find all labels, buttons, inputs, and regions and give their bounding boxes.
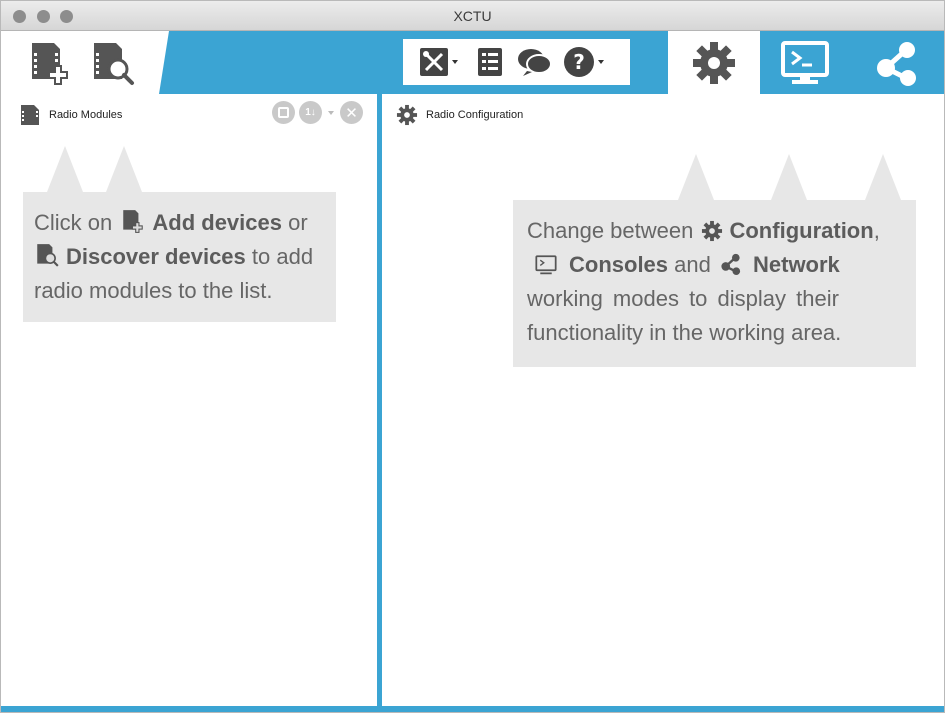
devices-help-callout: Click on Add devices or Discover devices… <box>23 192 336 322</box>
panel-title: Radio Configuration <box>426 109 524 121</box>
callout-line-2: Discover devices to add <box>34 240 325 274</box>
configuration-gear-icon <box>702 220 723 242</box>
radio-modules-actions: 1↓ ✕ <box>272 101 363 124</box>
gear-icon <box>396 104 418 126</box>
feedback-icon <box>518 49 552 76</box>
consoles-icon <box>781 40 829 84</box>
callout-pointer <box>47 146 83 192</box>
callout-line-4: functionality in the working area. <box>527 320 842 345</box>
tools-icon <box>420 48 448 76</box>
add-device-icon <box>123 210 144 233</box>
status-bar <box>1 706 944 712</box>
configuration-mode-tab[interactable] <box>668 31 760 94</box>
console-log-button[interactable] <box>477 44 503 80</box>
callout-line-3: radio modules to the list. <box>34 278 273 303</box>
radio-modules-panel: Radio Modules 1↓ ✕ Click on Add devices … <box>1 94 377 706</box>
chevron-down-icon <box>452 60 458 64</box>
add-device-icon <box>32 43 68 85</box>
discover-devices-button[interactable] <box>85 37 139 89</box>
callout-line-3: working modes to display their <box>527 286 839 311</box>
network-icon <box>721 253 741 276</box>
tools-menu-button[interactable] <box>419 44 458 80</box>
panel-title: Radio Modules <box>49 109 123 121</box>
radio-modules-header: Radio Modules <box>19 104 122 126</box>
radio-configuration-header: Radio Configuration <box>396 104 523 126</box>
add-devices-button[interactable] <box>23 37 77 89</box>
callout-line-1: Click on Add devices or <box>34 210 308 235</box>
consoles-icon <box>535 255 557 275</box>
chevron-down-icon <box>598 60 604 64</box>
book-icon <box>278 107 289 118</box>
help-menu-button[interactable]: ? <box>563 44 604 80</box>
network-mode-tab[interactable] <box>851 31 943 94</box>
xctu-window: XCTU ? Radio Modules 1↓ ✕ Click on Add d… <box>0 0 945 713</box>
close-icon: ✕ <box>345 104 358 122</box>
svg-text:?: ? <box>573 50 585 74</box>
radio-module-icon <box>21 105 39 125</box>
modes-help-callout: Change between Configuration, Consoles a… <box>513 200 916 367</box>
log-icon <box>478 48 502 76</box>
help-icon: ? <box>564 47 594 77</box>
callout-pointer <box>106 146 142 192</box>
discover-device-icon <box>37 244 59 267</box>
discover-device-icon <box>94 43 134 85</box>
tools-group: ? <box>403 39 630 85</box>
callout-line-1: Change between Configuration, <box>527 218 880 243</box>
chevron-down-icon[interactable] <box>328 110 334 115</box>
network-icon <box>877 41 916 86</box>
working-area-panel: Radio Configuration Change between Confi… <box>382 94 944 706</box>
sort-modules-button[interactable]: 1↓ <box>299 101 322 124</box>
title-bar: XCTU <box>1 1 944 31</box>
callout-pointer <box>865 154 901 200</box>
callout-pointer <box>678 154 714 200</box>
callout-line-2: Consoles and Network <box>527 248 902 282</box>
remove-all-button[interactable]: ✕ <box>340 101 363 124</box>
window-title: XCTU <box>453 8 492 24</box>
sort-icon: 1↓ <box>305 107 316 118</box>
load-profile-button[interactable] <box>272 101 295 124</box>
callout-pointer <box>771 154 807 200</box>
configuration-gear-icon <box>693 41 735 84</box>
consoles-mode-tab[interactable] <box>759 31 851 94</box>
main-toolbar: ? <box>1 31 944 94</box>
feedback-button[interactable] <box>517 44 553 80</box>
